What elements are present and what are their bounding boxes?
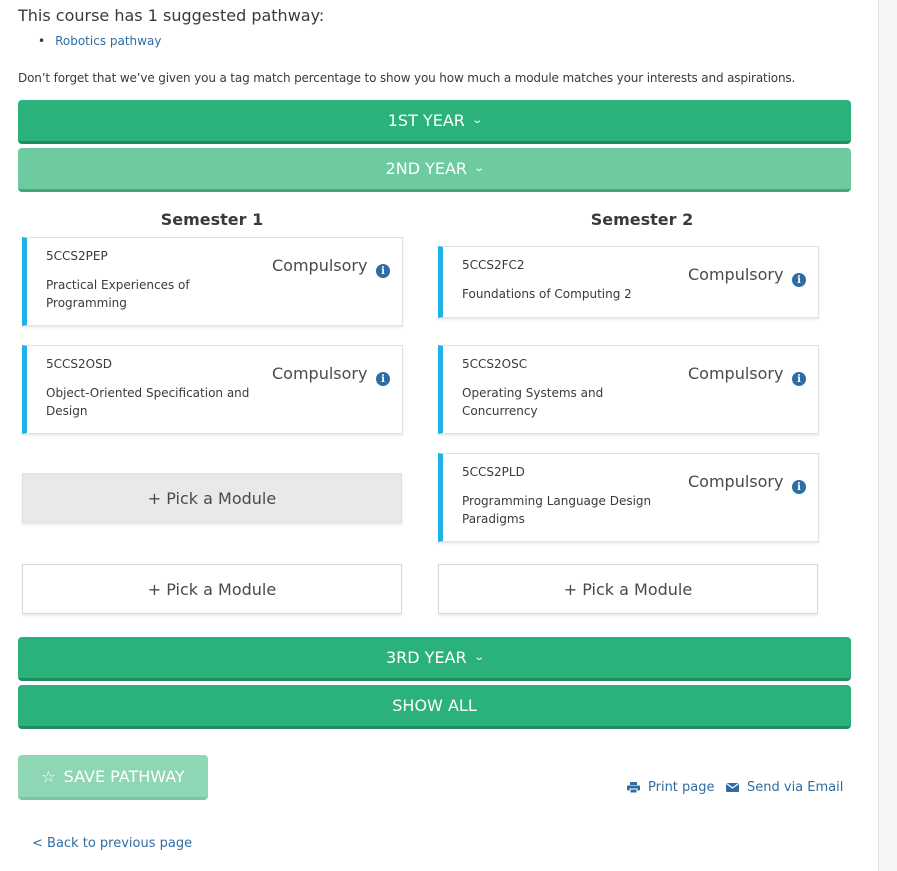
info-icon[interactable]: i bbox=[792, 273, 806, 287]
module-code: 5CCS2PLD bbox=[462, 465, 525, 479]
pathway-list: • Robotics pathway bbox=[38, 34, 161, 48]
save-pathway-label: SAVE PATHWAY bbox=[63, 766, 185, 786]
back-to-previous-page-link[interactable]: < Back to previous page bbox=[32, 836, 192, 851]
module-code: 5CCS2OSD bbox=[46, 357, 112, 371]
module-name: Foundations of Computing 2 bbox=[462, 287, 632, 301]
module-code: 5CCS2OSC bbox=[462, 357, 528, 371]
info-icon[interactable]: i bbox=[376, 264, 390, 278]
year-1-label: 1ST YEAR bbox=[387, 111, 465, 130]
show-all-button[interactable]: SHOW ALL bbox=[18, 685, 851, 729]
pathway-intro-title: This course has 1 suggested pathway: bbox=[18, 6, 325, 25]
scrollbar-track[interactable] bbox=[878, 0, 897, 871]
module-card[interactable]: 5CCS2OSC Operating Systems and Concurren… bbox=[438, 345, 819, 434]
module-card[interactable]: 5CCS2PEP Practical Experiences of Progra… bbox=[22, 237, 403, 326]
chevron-down-icon: ⌄ bbox=[472, 652, 485, 663]
print-icon bbox=[627, 782, 640, 793]
year-1-toggle[interactable]: 1ST YEAR ⌄ bbox=[18, 100, 851, 144]
chevron-down-icon: ⌄ bbox=[473, 163, 486, 174]
module-status: Compulsory bbox=[688, 472, 784, 491]
pick-module-button[interactable]: + Pick a Module bbox=[22, 564, 402, 614]
semester-1-title: Semester 1 bbox=[160, 210, 264, 229]
semester-2-title: Semester 2 bbox=[590, 210, 694, 229]
module-name: Object-Oriented Specification and Design bbox=[46, 386, 250, 418]
save-pathway-button[interactable]: ☆ SAVE PATHWAY bbox=[18, 755, 208, 800]
envelope-icon bbox=[726, 783, 739, 792]
module-name: Programming Language Design Paradigms bbox=[462, 494, 652, 526]
tag-match-note: Don’t forget that we’ve given you a tag … bbox=[18, 71, 796, 85]
module-code: 5CCS2FC2 bbox=[462, 258, 525, 272]
module-card[interactable]: 5CCS2OSD Object-Oriented Specification a… bbox=[22, 345, 403, 434]
year-2-toggle[interactable]: 2ND YEAR ⌄ bbox=[18, 148, 851, 192]
module-status: Compulsory bbox=[688, 265, 784, 284]
show-all-label: SHOW ALL bbox=[392, 696, 477, 715]
module-name: Operating Systems and Concurrency bbox=[462, 386, 604, 418]
pick-module-button[interactable]: + Pick a Module bbox=[438, 564, 818, 614]
info-icon[interactable]: i bbox=[792, 480, 806, 494]
info-icon[interactable]: i bbox=[792, 372, 806, 386]
year-3-toggle[interactable]: 3RD YEAR ⌄ bbox=[18, 637, 851, 681]
chevron-down-icon: ⌄ bbox=[471, 115, 483, 126]
year-3-label: 3RD YEAR bbox=[385, 648, 467, 667]
module-status: Compulsory bbox=[272, 364, 368, 383]
print-page-link[interactable]: Print page bbox=[627, 780, 715, 795]
print-page-label: Print page bbox=[648, 780, 715, 795]
module-card[interactable]: 5CCS2FC2 Foundations of Computing 2 Comp… bbox=[438, 246, 819, 318]
module-status: Compulsory bbox=[272, 256, 368, 275]
module-card[interactable]: 5CCS2PLD Programming Language Design Par… bbox=[438, 453, 819, 542]
pick-module-button[interactable]: + Pick a Module bbox=[22, 473, 402, 523]
robotics-pathway-link[interactable]: Robotics pathway bbox=[55, 34, 161, 48]
year-2-label: 2ND YEAR bbox=[385, 159, 468, 178]
module-code: 5CCS2PEP bbox=[46, 249, 108, 263]
pathway-list-item: • Robotics pathway bbox=[38, 34, 161, 48]
module-status: Compulsory bbox=[688, 364, 784, 383]
info-icon[interactable]: i bbox=[376, 372, 390, 386]
star-icon: ☆ bbox=[41, 766, 56, 786]
send-email-link[interactable]: Send via Email bbox=[726, 780, 843, 795]
module-name: Practical Experiences of Programming bbox=[46, 278, 190, 310]
send-email-label: Send via Email bbox=[747, 780, 844, 795]
bullet: • bbox=[38, 34, 46, 48]
